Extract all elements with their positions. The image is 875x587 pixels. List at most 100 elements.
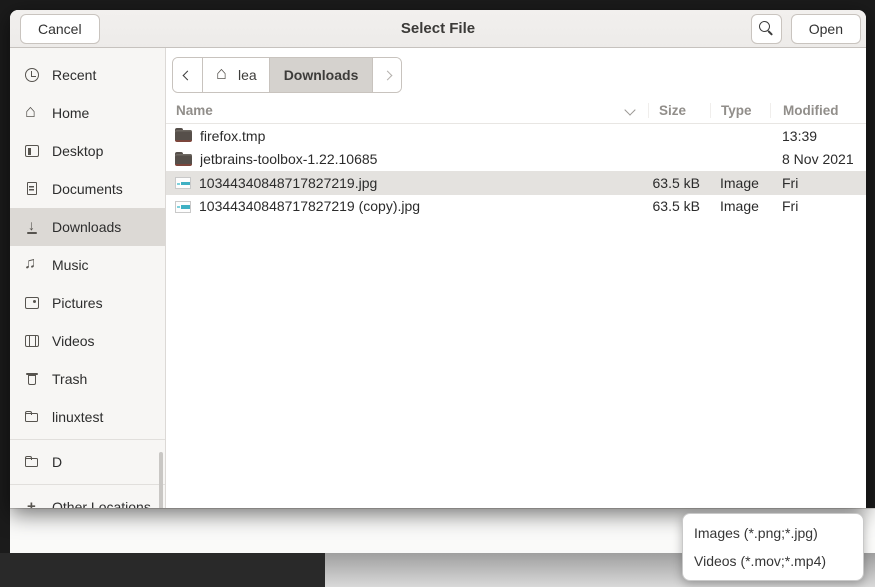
sidebar-separator — [10, 484, 165, 485]
file-modified: 13:39 — [770, 128, 866, 144]
sidebar-item-label: Music — [52, 257, 89, 273]
file-name: firefox.tmp — [200, 128, 265, 144]
file-type: Image — [710, 175, 770, 191]
sidebar-item-downloads[interactable]: Downloads — [10, 208, 165, 246]
sidebar-item-pictures[interactable]: Pictures — [10, 284, 165, 322]
sidebar-item-linuxtest[interactable]: linuxtest — [10, 398, 165, 436]
sidebar-item-documents[interactable]: Documents — [10, 170, 165, 208]
file-row[interactable]: firefox.tmp 13:39 — [166, 124, 866, 148]
file-size: 63.5 kB — [648, 175, 710, 191]
trash-icon — [24, 371, 40, 387]
column-header-name[interactable]: Name — [166, 103, 648, 118]
file-type: Image — [710, 198, 770, 214]
file-name-cell: 10344340848717827219.jpg — [166, 175, 648, 191]
file-modified: 8 Nov 2021 — [770, 151, 866, 167]
home-icon — [215, 67, 231, 83]
back-button[interactable] — [173, 58, 203, 92]
breadcrumb: lea Downloads — [172, 57, 402, 93]
file-row[interactable]: 10344340848717827219.jpg 63.5 kB Image F… — [166, 171, 866, 195]
file-name: 10344340848717827219.jpg — [199, 175, 377, 191]
file-chooser-dialog: Cancel Select File Open Recent Home — [10, 10, 866, 508]
document-icon — [24, 181, 40, 197]
film-icon — [24, 333, 40, 349]
file-size: 63.5 kB — [648, 198, 710, 214]
dialog-body: Recent Home Desktop Documents Downloads — [10, 48, 866, 508]
breadcrumb-home-label: lea — [238, 67, 257, 83]
sidebar-item-recent[interactable]: Recent — [10, 56, 165, 94]
file-name: jetbrains-toolbox-1.22.10685 — [200, 151, 377, 167]
file-name-cell: 10344340848717827219 (copy).jpg — [166, 198, 648, 214]
search-button[interactable] — [751, 14, 782, 44]
plus-icon — [24, 499, 40, 508]
file-row[interactable]: 10344340848717827219 (copy).jpg 63.5 kB … — [166, 195, 866, 219]
forward-button[interactable] — [373, 58, 401, 92]
sidebar-item-label: Trash — [52, 371, 87, 387]
sidebar-item-label: linuxtest — [52, 409, 103, 425]
sidebar-item-home[interactable]: Home — [10, 94, 165, 132]
home-icon — [24, 105, 40, 121]
sidebar-item-label: Documents — [52, 181, 123, 197]
filter-option[interactable]: Images (*.png;*.jpg) — [683, 519, 863, 547]
sort-chevron-down-icon[interactable] — [624, 104, 635, 115]
filter-option-label: Videos (*.mov;*.mp4) — [694, 553, 826, 569]
sidebar-item-videos[interactable]: Videos — [10, 322, 165, 360]
file-modified: Fri — [770, 198, 866, 214]
image-thumb-icon — [175, 177, 191, 189]
sidebar-item-music[interactable]: Music — [10, 246, 165, 284]
background-dark-block — [0, 553, 325, 587]
sidebar-scrollbar[interactable] — [159, 452, 163, 508]
filter-option-label: Images (*.png;*.jpg) — [694, 525, 818, 541]
breadcrumb-current-label: Downloads — [284, 67, 359, 83]
column-header-modified[interactable]: Modified — [770, 103, 866, 118]
sidebar-item-label: Downloads — [52, 219, 121, 235]
headerbar-actions: Open — [751, 14, 861, 44]
file-name-cell: firefox.tmp — [166, 128, 648, 144]
sidebar-item-label: Other Locations — [52, 499, 151, 508]
breadcrumb-downloads[interactable]: Downloads — [270, 58, 374, 92]
file-filter-popup: Images (*.png;*.jpg) Videos (*.mov;*.mp4… — [682, 513, 864, 581]
music-icon — [24, 257, 40, 273]
picture-icon — [24, 295, 40, 311]
column-header-name-label: Name — [176, 103, 213, 118]
column-headers: Name Size Type Modified — [166, 97, 866, 124]
file-row[interactable]: jetbrains-toolbox-1.22.10685 8 Nov 2021 — [166, 148, 866, 172]
filter-option[interactable]: Videos (*.mov;*.mp4) — [683, 547, 863, 575]
desktop-icon — [24, 143, 40, 159]
cancel-button[interactable]: Cancel — [20, 14, 100, 44]
image-thumb-icon — [175, 201, 191, 213]
sidebar-item-other-locations[interactable]: Other Locations — [10, 488, 165, 508]
sidebar-item-label: Pictures — [52, 295, 103, 311]
desktop-background: Cancel Select File Open Recent Home — [0, 0, 875, 587]
file-modified: Fri — [770, 175, 866, 191]
breadcrumb-home[interactable]: lea — [203, 58, 270, 92]
sidebar-separator — [10, 439, 165, 440]
headerbar: Cancel Select File Open — [10, 10, 866, 48]
column-header-size[interactable]: Size — [648, 103, 710, 118]
sidebar-item-label: Home — [52, 105, 89, 121]
file-browser-pane: lea Downloads Name — [166, 48, 866, 508]
sidebar-item-label: Videos — [52, 333, 95, 349]
sidebar-item-label: Recent — [52, 67, 96, 83]
search-icon — [758, 20, 775, 37]
file-list: firefox.tmp 13:39 jetbrains-toolbox-1.22… — [166, 124, 866, 508]
sidebar-item-d[interactable]: D — [10, 443, 165, 481]
chevron-left-icon — [183, 70, 193, 80]
dialog-title: Select File — [10, 20, 866, 37]
clock-icon — [24, 67, 40, 83]
folder-dark-icon — [175, 128, 192, 143]
sidebar-item-label: D — [52, 454, 62, 470]
open-button[interactable]: Open — [791, 14, 861, 44]
column-header-type[interactable]: Type — [710, 103, 770, 118]
chevron-right-icon — [382, 70, 392, 80]
sidebar-item-trash[interactable]: Trash — [10, 360, 165, 398]
folder-icon — [24, 409, 40, 425]
folder-dark-icon — [175, 152, 192, 167]
sidebar: Recent Home Desktop Documents Downloads — [10, 48, 166, 508]
folder-icon — [24, 454, 40, 470]
path-bar: lea Downloads — [166, 48, 866, 97]
file-name: 10344340848717827219 (copy).jpg — [199, 198, 420, 214]
file-name-cell: jetbrains-toolbox-1.22.10685 — [166, 151, 648, 167]
download-icon — [24, 219, 40, 235]
sidebar-item-desktop[interactable]: Desktop — [10, 132, 165, 170]
sidebar-item-label: Desktop — [52, 143, 103, 159]
